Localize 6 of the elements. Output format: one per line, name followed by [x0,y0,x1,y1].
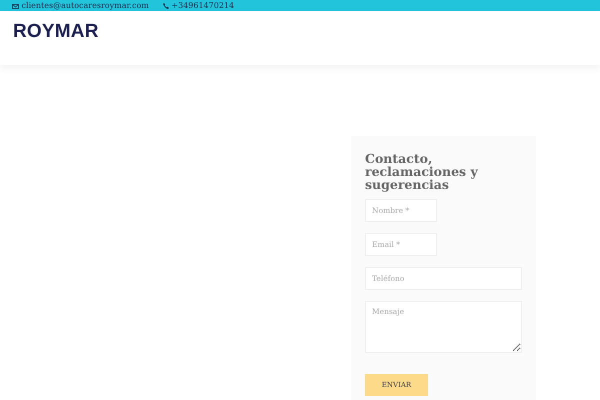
phone-link[interactable]: +34961470214 [171,1,234,10]
form-title: Contacto, reclamaciones y sugerencias [365,152,479,191]
email-link[interactable]: clientes@autocaresroymar.com [22,1,149,10]
phone-icon [162,3,169,9]
logo[interactable]: ROYMAR [13,22,99,42]
mail-icon [12,4,19,9]
